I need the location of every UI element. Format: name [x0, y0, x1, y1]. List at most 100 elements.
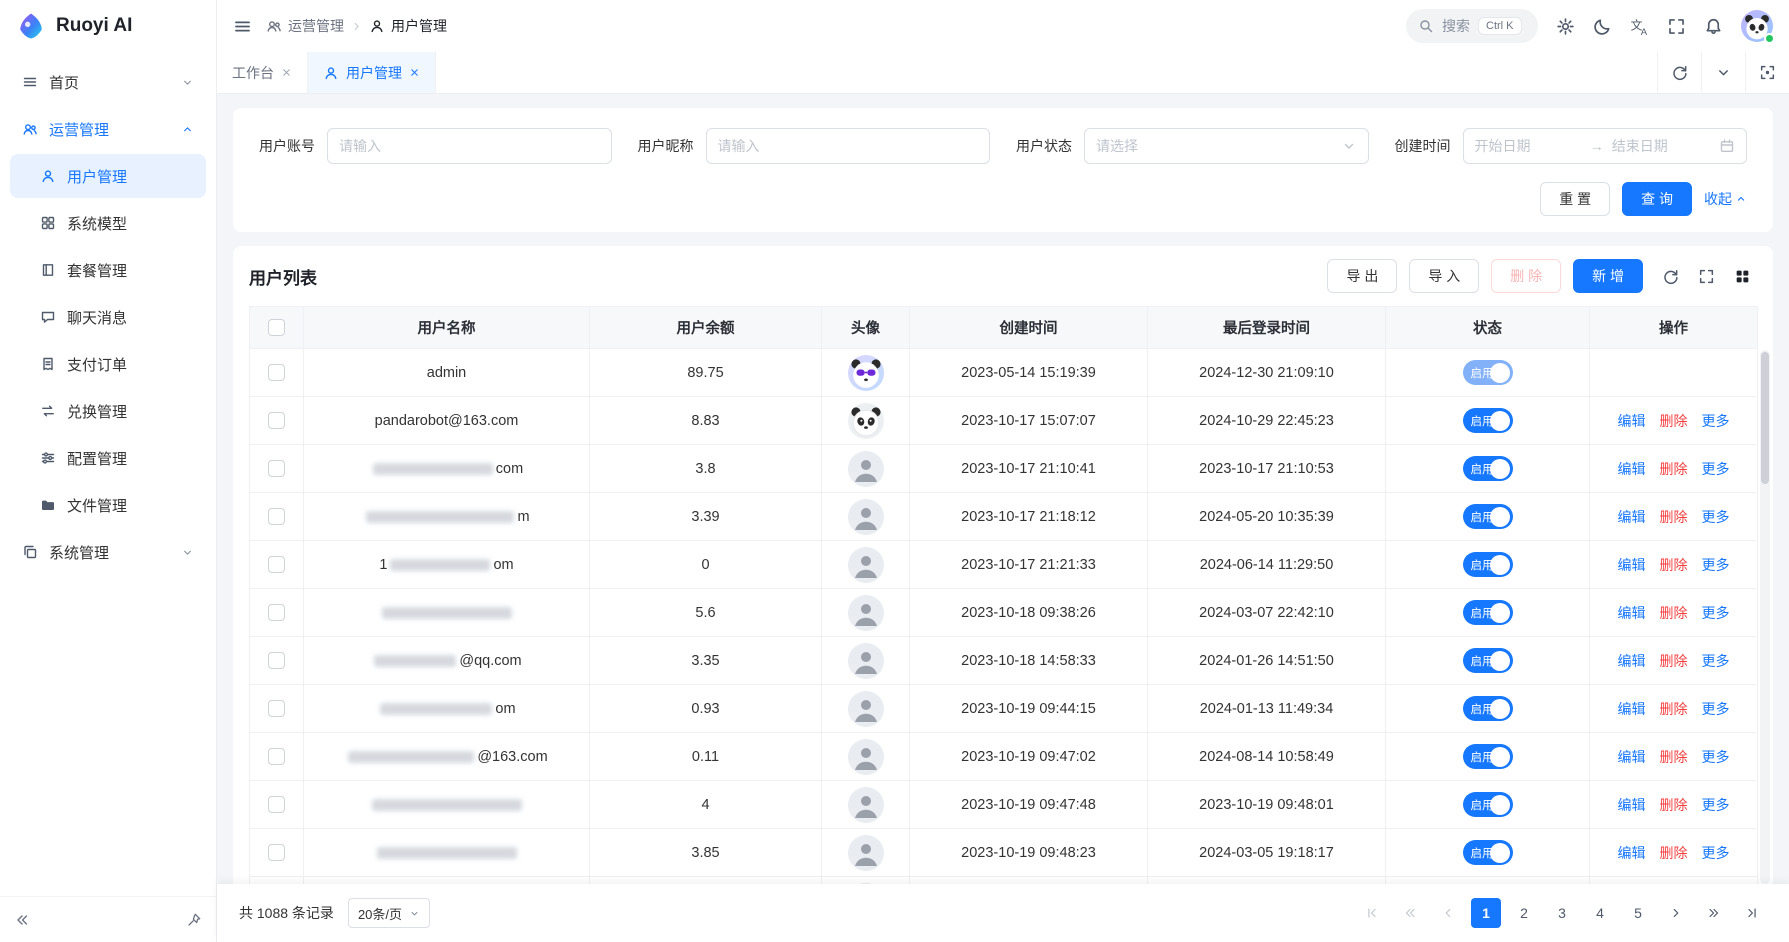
- row-action-more[interactable]: 更多: [1702, 459, 1730, 479]
- status-toggle[interactable]: 启用: [1463, 600, 1513, 625]
- row-action-delete[interactable]: 删除: [1660, 747, 1688, 767]
- status-toggle[interactable]: 启用: [1463, 552, 1513, 577]
- breadcrumb-item[interactable]: 用户管理: [369, 16, 447, 36]
- row-action-more[interactable]: 更多: [1702, 651, 1730, 671]
- row-checkbox[interactable]: [268, 652, 285, 669]
- sidebar-group-2[interactable]: 系统管理: [10, 530, 206, 574]
- page-number-4[interactable]: 4: [1585, 898, 1615, 928]
- refresh-icon[interactable]: [1655, 261, 1685, 291]
- status-toggle[interactable]: 启用: [1463, 648, 1513, 673]
- row-action-edit[interactable]: 编辑: [1618, 699, 1646, 719]
- row-action-edit[interactable]: 编辑: [1618, 411, 1646, 431]
- page-number-5[interactable]: 5: [1623, 898, 1653, 928]
- close-tab-icon[interactable]: [409, 67, 420, 78]
- next-5-pages-icon[interactable]: [1699, 898, 1729, 928]
- sidebar-item-1-5[interactable]: 兑换管理: [10, 389, 206, 433]
- bell-icon[interactable]: [1704, 17, 1723, 36]
- status-toggle[interactable]: 启用: [1463, 456, 1513, 481]
- row-action-more[interactable]: 更多: [1702, 507, 1730, 527]
- row-action-delete[interactable]: 删除: [1660, 411, 1688, 431]
- breadcrumb-item[interactable]: 运营管理: [266, 16, 344, 36]
- row-action-delete[interactable]: 删除: [1660, 507, 1688, 527]
- last-page-icon[interactable]: [1737, 898, 1767, 928]
- filter-input-1[interactable]: 请输入: [706, 128, 991, 164]
- row-checkbox[interactable]: [268, 364, 285, 381]
- list-button-1[interactable]: 导 入: [1409, 259, 1479, 293]
- page-size-select[interactable]: 20条/页: [348, 898, 430, 928]
- global-search-input[interactable]: 搜索 Ctrl K: [1406, 9, 1538, 43]
- row-action-edit[interactable]: 编辑: [1618, 795, 1646, 815]
- tab-options-chevron-icon[interactable]: [1701, 52, 1745, 93]
- next-page-icon[interactable]: [1661, 898, 1691, 928]
- row-action-delete[interactable]: 删除: [1660, 651, 1688, 671]
- reset-button[interactable]: 重 置: [1540, 182, 1610, 216]
- status-toggle[interactable]: 启用: [1463, 408, 1513, 433]
- row-action-edit[interactable]: 编辑: [1618, 459, 1646, 479]
- status-toggle[interactable]: 启用: [1463, 360, 1513, 385]
- row-action-more[interactable]: 更多: [1702, 699, 1730, 719]
- row-action-edit[interactable]: 编辑: [1618, 651, 1646, 671]
- sidebar-item-1-6[interactable]: 配置管理: [10, 436, 206, 480]
- sidebar-item-1-1[interactable]: 系统模型: [10, 201, 206, 245]
- row-checkbox[interactable]: [268, 508, 285, 525]
- status-toggle[interactable]: 启用: [1463, 840, 1513, 865]
- grid-icon[interactable]: [1727, 261, 1757, 291]
- row-action-delete[interactable]: 删除: [1660, 699, 1688, 719]
- row-action-edit[interactable]: 编辑: [1618, 555, 1646, 575]
- refresh-tab-icon[interactable]: [1657, 52, 1701, 93]
- row-action-delete[interactable]: 删除: [1660, 843, 1688, 863]
- filter-input-0[interactable]: 请输入: [327, 128, 612, 164]
- sidebar-item-1-4[interactable]: 支付订单: [10, 342, 206, 386]
- row-checkbox[interactable]: [268, 844, 285, 861]
- row-action-more[interactable]: 更多: [1702, 411, 1730, 431]
- row-action-delete[interactable]: 删除: [1660, 459, 1688, 479]
- row-action-edit[interactable]: 编辑: [1618, 507, 1646, 527]
- row-checkbox[interactable]: [268, 556, 285, 573]
- sidebar-item-1-0[interactable]: 用户管理: [10, 154, 206, 198]
- list-button-3[interactable]: 新 增: [1573, 259, 1643, 293]
- sidebar-group-1[interactable]: 运营管理: [10, 107, 206, 151]
- row-action-more[interactable]: 更多: [1702, 795, 1730, 815]
- sidebar-item-1-2[interactable]: 套餐管理: [10, 248, 206, 292]
- sidebar-item-1-7[interactable]: 文件管理: [10, 483, 206, 527]
- hamburger-icon[interactable]: [233, 17, 252, 36]
- prev-5-pages-icon[interactable]: [1395, 898, 1425, 928]
- pin-icon[interactable]: [186, 912, 202, 928]
- row-action-edit[interactable]: 编辑: [1618, 843, 1646, 863]
- row-action-delete[interactable]: 删除: [1660, 555, 1688, 575]
- gear-icon[interactable]: [1556, 17, 1575, 36]
- content-fullscreen-icon[interactable]: [1745, 52, 1789, 93]
- fullscreen-icon[interactable]: [1667, 17, 1686, 36]
- page-number-2[interactable]: 2: [1509, 898, 1539, 928]
- collapse-filter-link[interactable]: 收起: [1704, 189, 1747, 209]
- row-checkbox[interactable]: [268, 604, 285, 621]
- prev-page-icon[interactable]: [1433, 898, 1463, 928]
- tab-0[interactable]: 工作台: [217, 52, 308, 93]
- select-all-checkbox[interactable]: [268, 319, 285, 336]
- filter-daterange-3[interactable]: 开始日期→结束日期: [1463, 128, 1748, 164]
- row-action-delete[interactable]: 删除: [1660, 603, 1688, 623]
- logo[interactable]: Ruoyi AI: [0, 0, 216, 52]
- page-number-1[interactable]: 1: [1471, 898, 1501, 928]
- row-checkbox[interactable]: [268, 748, 285, 765]
- query-button[interactable]: 查 询: [1622, 182, 1692, 216]
- table-scrollbar-track[interactable]: [1760, 350, 1770, 884]
- row-action-more[interactable]: 更多: [1702, 747, 1730, 767]
- status-toggle[interactable]: 启用: [1463, 792, 1513, 817]
- list-button-2[interactable]: 删 除: [1491, 259, 1561, 293]
- status-toggle[interactable]: 启用: [1463, 696, 1513, 721]
- row-checkbox[interactable]: [268, 700, 285, 717]
- sidebar-group-0[interactable]: 首页: [10, 60, 206, 104]
- table-scrollbar-thumb[interactable]: [1761, 352, 1769, 484]
- row-action-more[interactable]: 更多: [1702, 603, 1730, 623]
- row-action-delete[interactable]: 删除: [1660, 795, 1688, 815]
- expand-icon[interactable]: [1691, 261, 1721, 291]
- row-checkbox[interactable]: [268, 460, 285, 477]
- status-toggle[interactable]: 启用: [1463, 744, 1513, 769]
- moon-icon[interactable]: [1593, 17, 1612, 36]
- list-button-0[interactable]: 导 出: [1327, 259, 1397, 293]
- translate-icon[interactable]: 文A: [1630, 17, 1649, 36]
- collapse-sidebar-icon[interactable]: [14, 912, 30, 928]
- filter-select-2[interactable]: 请选择: [1084, 128, 1369, 164]
- row-action-more[interactable]: 更多: [1702, 555, 1730, 575]
